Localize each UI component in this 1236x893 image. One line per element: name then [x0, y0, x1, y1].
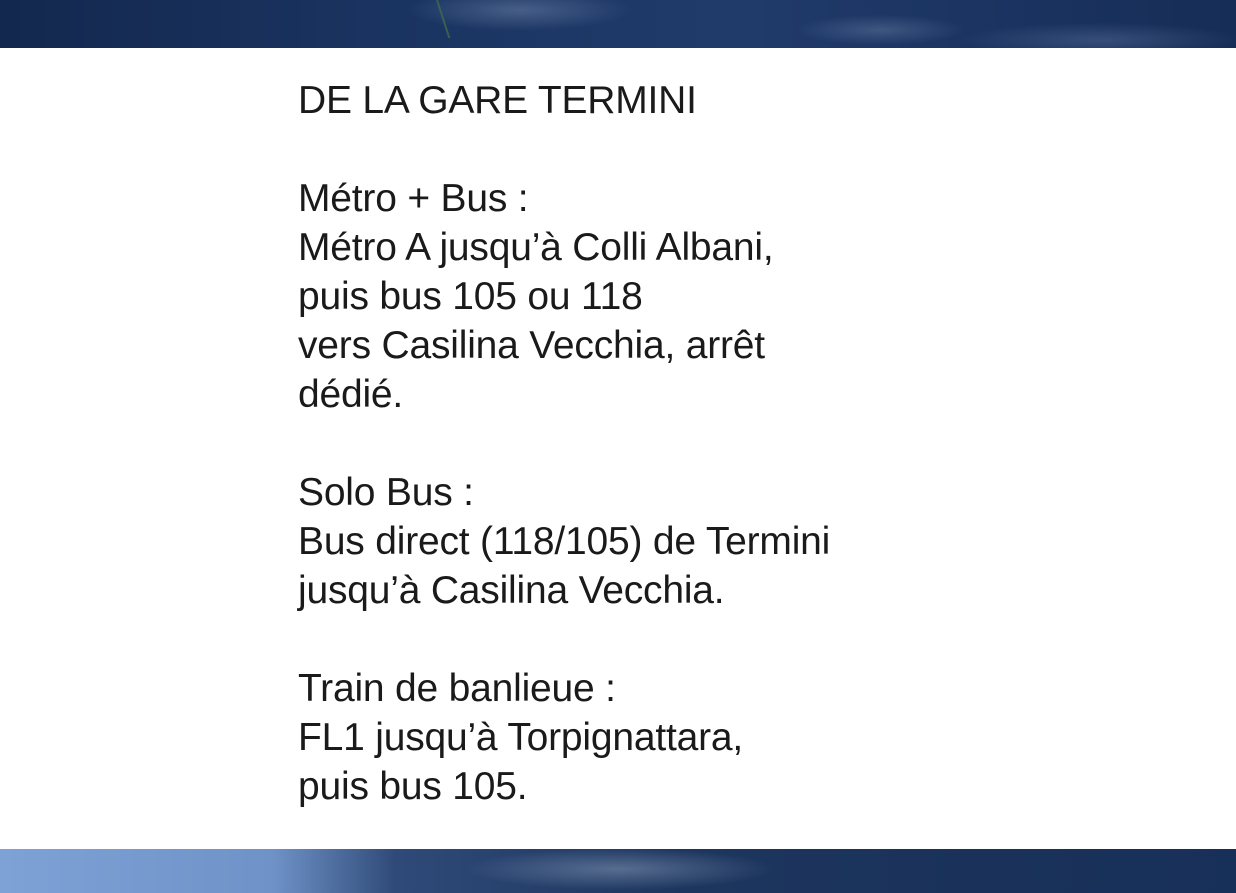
bottom-background-band — [0, 849, 1236, 893]
plant-stalk-decoration — [436, 0, 451, 39]
train-line: FL1 jusqu’à Torpignattara, — [298, 716, 744, 759]
metro-bus-line: Métro A jusqu’à Colli Albani, — [298, 226, 774, 269]
section-title-train: Train de banlieue : — [298, 667, 616, 710]
section-title-metro-bus: Métro + Bus : — [298, 177, 529, 220]
top-background-band — [0, 0, 1236, 48]
metro-bus-line: dédié. — [298, 373, 404, 416]
train-line: puis bus 105. — [298, 765, 528, 808]
metro-bus-line: vers Casilina Vecchia, arrêt — [298, 324, 765, 367]
page-heading: DE LA GARE TERMINI — [298, 79, 697, 122]
section-title-solo-bus: Solo Bus : — [298, 471, 474, 514]
solo-bus-line: jusqu’à Casilina Vecchia. — [298, 569, 725, 612]
directions-text-block: DE LA GARE TERMINI Métro + Bus : Métro A… — [298, 76, 1178, 811]
metro-bus-line: puis bus 105 ou 118 — [298, 275, 643, 318]
solo-bus-line: Bus direct (118/105) de Termini — [298, 520, 831, 563]
